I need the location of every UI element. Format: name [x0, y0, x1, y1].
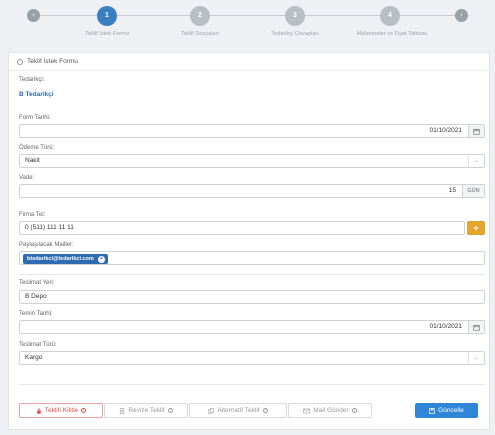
payment-type-label: Ödeme Türü:	[19, 145, 55, 151]
shared-mails-label: Paylaşılacak Mailler:	[19, 242, 74, 248]
form-date-input[interactable]: 01/10/2021	[19, 124, 485, 138]
delivery-type-label: Teslimat Türü:	[19, 342, 57, 348]
delivery-type-value: Kargo	[25, 354, 43, 361]
card-header: i Teklif İstek Formu	[9, 53, 489, 71]
divider	[19, 274, 485, 275]
envelope-icon	[303, 408, 311, 413]
delivery-type-select[interactable]: Kargo ⌄	[19, 351, 485, 365]
form-date-value: 01/10/2021	[429, 127, 462, 134]
revise-offer-label: Revize Teklif	[128, 407, 165, 414]
save-icon	[429, 407, 435, 414]
supply-date-value: 01/10/2021	[429, 323, 462, 330]
document-icon	[120, 407, 125, 414]
chevron-down-icon: ⌄	[468, 352, 484, 364]
card-title: Teklif İstek Formu	[27, 58, 78, 65]
term-input[interactable]: 15 GÜN	[19, 184, 485, 198]
payment-type-value: Nakit	[25, 157, 40, 164]
wizard-step-4-label: Malzemeler ve Fiyat Tablosu	[356, 31, 428, 37]
calendar-icon[interactable]	[468, 125, 484, 137]
update-button[interactable]: Güncelle	[415, 403, 478, 418]
wizard-step-3[interactable]: 3	[285, 6, 305, 26]
term-label: Vade:	[19, 175, 35, 181]
mail-tag-label: btedarikci@tedarikci.com	[27, 256, 94, 262]
company-phone-value: 0 (511) 111 11 11	[25, 224, 74, 231]
delivery-place-input[interactable]: B Depo	[19, 290, 485, 304]
wizard-steps: ‹ › 1 2 3 4 Teklif İstek Formu Teklif Do…	[0, 0, 495, 46]
update-label: Güncelle	[438, 407, 464, 414]
supplier-label: Tedarikçi:	[19, 77, 45, 83]
lock-offer-button[interactable]: Teklifi Kilitle i	[19, 403, 103, 418]
delivery-place-value: B Depo	[25, 293, 47, 300]
request-form-card: i Teklif İstek Formu Tedarikçi: B Tedari…	[8, 52, 490, 430]
lock-icon	[36, 408, 41, 414]
info-icon: i	[81, 408, 87, 413]
info-icon: i	[262, 408, 268, 413]
remove-tag-icon[interactable]: ×	[97, 255, 105, 263]
send-mail-label: Mail Gönder	[313, 407, 349, 414]
shared-mails-input[interactable]: btedarikci@tedarikci.com ×	[19, 251, 485, 265]
alternative-offer-label: Alternatif Teklif	[217, 407, 260, 414]
copy-icon	[208, 407, 215, 414]
divider	[19, 384, 485, 385]
wizard-step-2[interactable]: 2	[190, 6, 210, 26]
company-phone-label: Firma Tel:	[19, 212, 46, 218]
term-unit: GÜN	[462, 185, 484, 197]
info-icon: i	[17, 58, 23, 65]
wizard-step-2-label: Teklif Dosyaları	[181, 31, 219, 37]
prev-step-button[interactable]: ‹	[27, 9, 40, 22]
supply-date-label: Temin Tarihi:	[19, 311, 53, 317]
supply-date-input[interactable]: 01/10/2021	[19, 320, 485, 334]
revise-offer-button[interactable]: Revize Teklif i	[104, 403, 188, 418]
next-step-button[interactable]: ›	[455, 9, 468, 22]
supplier-value[interactable]: B Tedarikçi	[19, 91, 54, 98]
wizard-step-4[interactable]: 4	[380, 6, 400, 26]
wizard-step-3-label: Tedarikçi Cevapları	[271, 31, 319, 37]
delivery-place-label: Teslimat Yeri:	[19, 280, 55, 286]
wizard-step-1[interactable]: 1	[97, 6, 117, 26]
company-phone-input[interactable]: 0 (511) 111 11 11	[19, 221, 465, 235]
chevron-down-icon: ⌄	[468, 155, 484, 167]
payment-type-select[interactable]: Nakit ⌄	[19, 154, 485, 168]
form-date-label: Form Tarihi:	[19, 115, 51, 121]
mail-tag: btedarikci@tedarikci.com ×	[23, 254, 108, 264]
info-icon: i	[351, 408, 357, 413]
add-phone-button[interactable]: +	[467, 221, 485, 235]
alternative-offer-button[interactable]: Alternatif Teklif i	[189, 403, 287, 418]
term-value: 15	[448, 187, 456, 194]
wizard-step-1-label: Teklif İstek Formu	[85, 31, 129, 37]
info-icon: i	[167, 408, 173, 413]
calendar-icon[interactable]	[468, 321, 484, 333]
lock-offer-label: Teklifi Kilitle	[44, 407, 79, 414]
send-mail-button[interactable]: Mail Gönder i	[288, 403, 372, 418]
